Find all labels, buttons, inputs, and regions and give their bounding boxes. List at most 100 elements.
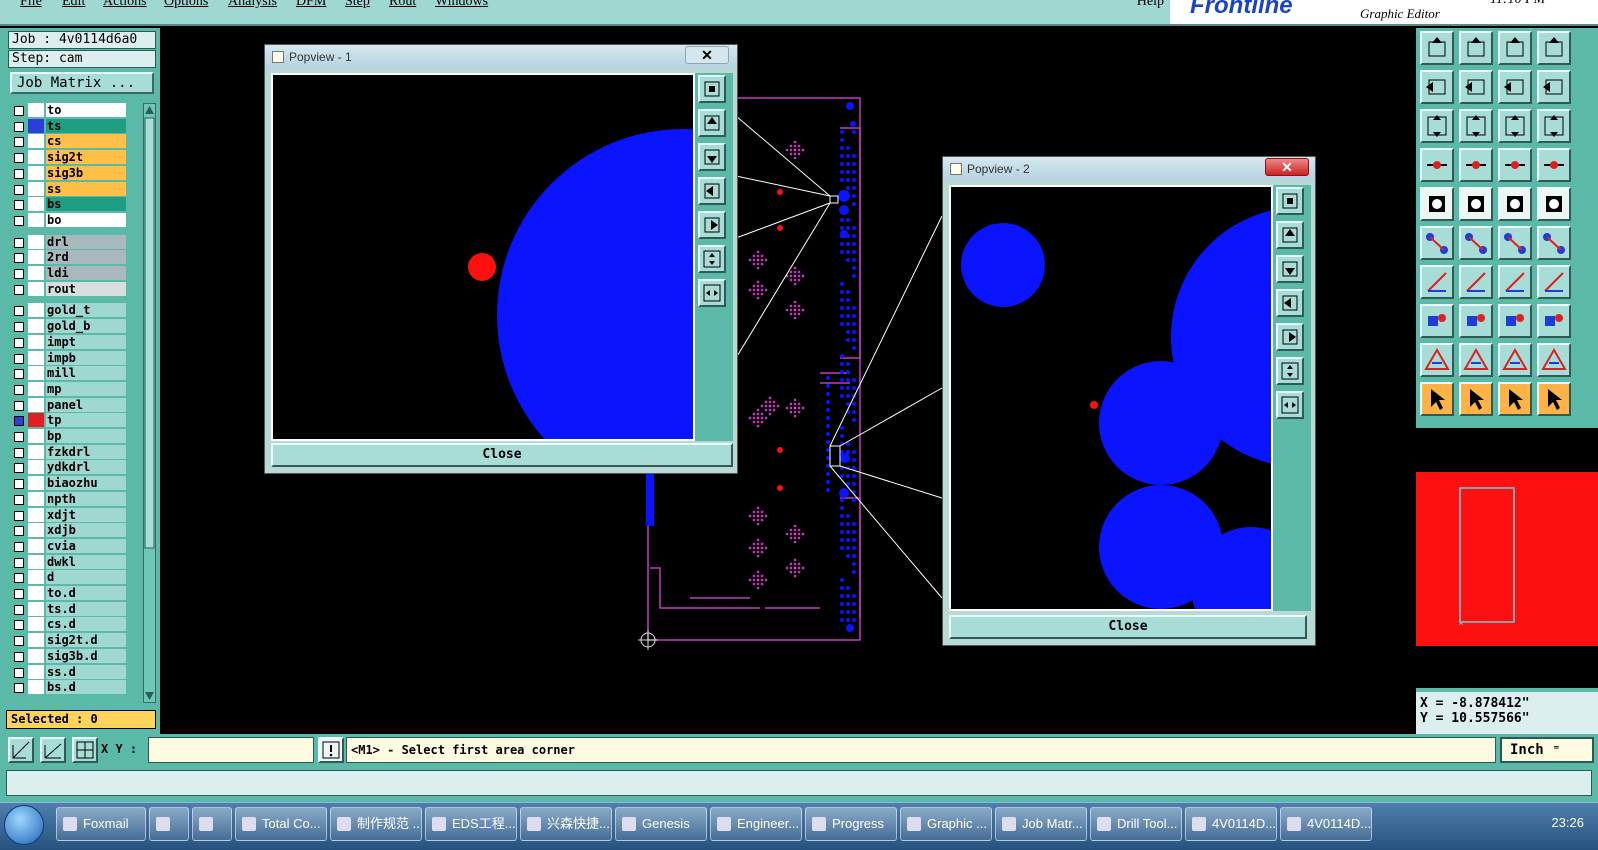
layer-checkbox[interactable] <box>14 604 24 615</box>
layer-color-swatch[interactable] <box>28 397 44 412</box>
input-icon[interactable] <box>1420 70 1454 104</box>
layer-color-swatch[interactable] <box>28 150 44 165</box>
select-b-icon[interactable] <box>1498 382 1532 416</box>
layer-color-swatch[interactable] <box>28 118 44 133</box>
layer-name[interactable]: drl <box>46 234 126 249</box>
layer-checkbox[interactable] <box>14 168 24 179</box>
layer-row-sig3b[interactable]: sig3b <box>10 165 130 181</box>
layer-row-ydkdrl[interactable]: ydkdrl <box>10 460 130 475</box>
layer-row-mp[interactable]: mp <box>10 381 130 397</box>
probe-icon[interactable] <box>1459 148 1493 182</box>
layer-row-rout[interactable]: rout <box>10 281 130 297</box>
layer-row-cs-d[interactable]: cs.d <box>10 617 130 632</box>
menu-step[interactable]: Step <box>345 0 370 10</box>
import-icon[interactable] <box>1420 31 1454 65</box>
layer-color-swatch[interactable] <box>28 250 44 265</box>
layer-row-npth[interactable]: npth <box>10 491 130 507</box>
stack-b-icon[interactable] <box>1537 148 1571 182</box>
layer-name[interactable]: panel <box>46 397 126 412</box>
layer-name[interactable]: gold_t <box>46 303 126 318</box>
layer-row-xdjt[interactable]: xdjt <box>10 507 130 523</box>
layer-name[interactable]: sig3b.d <box>46 648 126 663</box>
menu-options[interactable]: Options <box>164 0 208 10</box>
layer-color-swatch[interactable] <box>28 586 44 600</box>
layer-color-swatch[interactable] <box>28 538 44 553</box>
graphic-canvas[interactable]: Popview - 1 ✕ Close Popview - 2 ✕ Close <box>160 28 1416 734</box>
layer-row-biaozhu[interactable]: biaozhu <box>10 476 130 491</box>
layer-name[interactable]: cvia <box>46 538 126 553</box>
layer-name[interactable]: gold_b <box>46 319 126 334</box>
measure-icon[interactable] <box>40 737 66 763</box>
layer-color-swatch[interactable] <box>28 103 44 117</box>
layer-row-sig2t[interactable]: sig2t <box>10 150 130 165</box>
pan-up-icon[interactable] <box>1276 221 1304 249</box>
layer-row-bp[interactable]: bp <box>10 429 130 444</box>
layer-color-swatch[interactable] <box>28 633 44 648</box>
s-shape-icon[interactable] <box>1537 31 1571 65</box>
layer-name[interactable]: impb <box>46 350 126 365</box>
xy-input[interactable] <box>148 737 314 763</box>
layer-checkbox[interactable] <box>14 589 24 599</box>
popview-2-view[interactable] <box>949 185 1273 611</box>
layer-scrollbar[interactable] <box>143 103 156 703</box>
minimap[interactable]: × <box>1416 428 1598 688</box>
popview-1-titlebar[interactable]: Popview - 1 <box>265 45 737 69</box>
menu-help[interactable]: Help <box>1137 0 1164 10</box>
taskbar-item[interactable]: Engineer... <box>710 807 802 841</box>
layer-color-swatch[interactable] <box>28 165 44 180</box>
menu-file[interactable]: File <box>20 0 42 10</box>
move-icon[interactable] <box>1420 304 1454 338</box>
menu-actions[interactable]: Actions <box>103 0 147 10</box>
layer-checkbox[interactable] <box>14 510 24 521</box>
layer-color-swatch[interactable] <box>28 476 44 491</box>
popview-1-close-icon[interactable]: ✕ <box>685 46 729 64</box>
triangle-b-icon[interactable] <box>1498 343 1532 377</box>
home-icon[interactable] <box>1498 31 1532 65</box>
taskbar-item[interactable]: 4V0114D... <box>1280 807 1372 841</box>
popview-1-close-button[interactable]: Close <box>271 443 733 467</box>
layer-row-panel[interactable]: panel <box>10 397 130 413</box>
layer-row-tp[interactable]: tp <box>10 413 130 428</box>
zoom-out-icon[interactable] <box>698 279 726 307</box>
layer-checkbox[interactable] <box>14 636 24 647</box>
layer-checkbox[interactable] <box>14 337 24 348</box>
layer-name[interactable]: mp <box>46 381 126 396</box>
layer-row-bs[interactable]: bs <box>10 197 130 212</box>
layer-color-swatch[interactable] <box>28 181 44 196</box>
layer-name[interactable]: 2rd <box>46 250 126 265</box>
pan-down-icon[interactable] <box>698 143 726 171</box>
sequence-icon[interactable] <box>1537 70 1571 104</box>
layer-stack-icon[interactable] <box>1498 148 1532 182</box>
layer-row-d[interactable]: d <box>10 570 130 585</box>
layer-color-swatch[interactable] <box>28 664 44 679</box>
layer-color-swatch[interactable] <box>28 680 44 695</box>
layer-checkbox[interactable] <box>14 215 24 226</box>
layer-color-swatch[interactable] <box>28 234 44 249</box>
taskbar-item[interactable]: Progress <box>805 807 897 841</box>
menu-windows[interactable]: Windows <box>435 0 488 10</box>
layer-color-swatch[interactable] <box>28 303 44 318</box>
layer-checkbox[interactable] <box>14 200 24 211</box>
layer-row-to[interactable]: to <box>10 103 130 118</box>
layer-name[interactable]: d <box>46 570 126 585</box>
layer-name[interactable]: impt <box>46 334 126 349</box>
arc-icon[interactable] <box>1498 265 1532 299</box>
menu-rout[interactable]: Rout <box>389 0 416 10</box>
layer-name[interactable]: sig3b <box>46 165 126 180</box>
layer-name[interactable]: ss.d <box>46 664 126 679</box>
layer-checkbox[interactable] <box>14 573 24 584</box>
layer-color-swatch[interactable] <box>28 570 44 585</box>
help-icon[interactable] <box>1537 109 1571 143</box>
layer-color-swatch[interactable] <box>28 319 44 334</box>
pan-left-icon[interactable] <box>698 177 726 205</box>
layer-name[interactable]: biaozhu <box>46 476 126 491</box>
layer-checkbox[interactable] <box>14 306 24 317</box>
triangle-icon[interactable] <box>1420 343 1454 377</box>
angle-icon[interactable] <box>1420 265 1454 299</box>
layer-color-swatch[interactable] <box>28 429 44 443</box>
layer-name[interactable]: ldi <box>46 266 126 280</box>
layer-name[interactable]: sig2t.d <box>46 633 126 648</box>
ruler-icon[interactable] <box>1498 187 1532 221</box>
layer-name[interactable]: to.d <box>46 586 126 600</box>
layer-checkbox[interactable] <box>14 416 24 427</box>
